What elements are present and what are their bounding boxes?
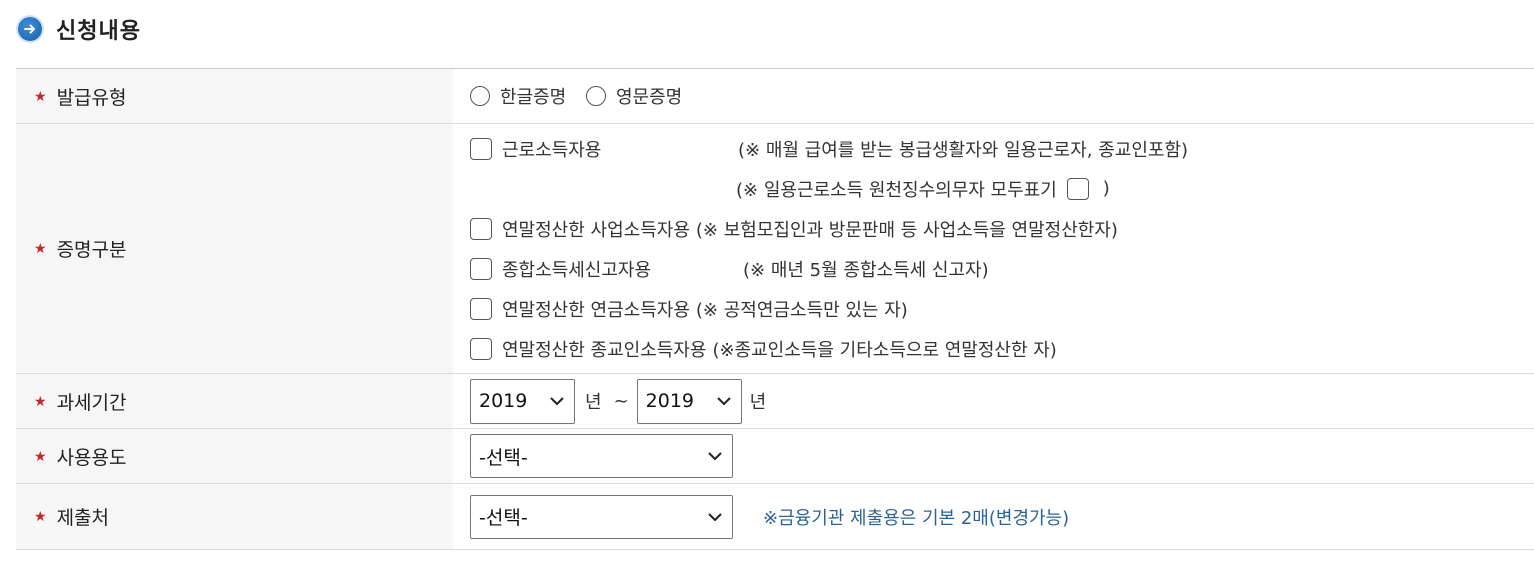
cert-option-note: (※ 매년 5월 종합소득세 신고자) [743, 259, 989, 281]
star-icon: ★ [34, 241, 47, 257]
cert-option-business: 연말정산한 사업소득자용 (※ 보험모집인과 방문판매 등 사업소득을 연말정산… [470, 209, 1534, 249]
year-unit: 년 [749, 392, 767, 413]
star-icon: ★ [34, 88, 47, 105]
chevron-down-icon [708, 512, 722, 521]
cert-option-note: (※종교인소득을 기타소득으로 연말정산한 자) [712, 339, 1057, 361]
section-header: 신청내용 [18, 14, 141, 44]
cert-option-label[interactable]: 연말정산한 연금소득자용 [502, 296, 690, 322]
tax-period-field: 2019 년 ~ 2019 년 [453, 373, 1534, 429]
radio-korean[interactable] [470, 86, 490, 106]
cert-type-field: 근로소득자용 (※ 매월 급여를 받는 봉급생활자와 일용근로자, 종교인포함)… [453, 123, 1534, 374]
checkbox-daily-all[interactable] [1066, 177, 1089, 200]
checkbox-earned-income[interactable] [470, 137, 492, 160]
checkbox-business-income[interactable] [470, 217, 492, 240]
range-separator: ~ [613, 390, 629, 412]
cert-option-label[interactable]: 연말정산한 종교인소득자용 [502, 336, 706, 362]
label-cell: ★ 발급유형 [16, 68, 453, 124]
issue-type-field: 한글증명 영문증명 [453, 68, 1534, 124]
chevron-down-icon [550, 397, 564, 406]
arrow-right-circle-icon [18, 17, 42, 41]
cert-option-label[interactable]: 종합소득세신고자용 [502, 256, 737, 282]
submit-to-value: -선택- [479, 507, 528, 529]
submit-hint: ※금융기관 제출용은 기본 2매(변경가능) [763, 507, 1070, 529]
submit-to-label: 제출처 [56, 507, 110, 529]
tax-period-label: 과세기간 [56, 391, 127, 414]
row-issue-type: ★ 발급유형 한글증명 영문증명 [16, 68, 1534, 124]
label-cell: ★ 증명구분 [16, 123, 453, 374]
label-cell: ★ 사용용도 [16, 428, 453, 484]
checkbox-religious-income[interactable] [470, 337, 492, 360]
radio-english[interactable] [585, 86, 606, 106]
cert-option-label[interactable]: 근로소득자용 [502, 136, 732, 162]
label-cell: ★ 제출처 [16, 483, 453, 550]
purpose-select[interactable]: -선택- [470, 434, 733, 478]
row-submit-to: ★ 제출처 -선택- ※금융기관 제출용은 기본 2매(변경가능) [16, 483, 1534, 550]
cert-sub-note-end: ) [1102, 178, 1110, 199]
row-purpose: ★ 사용용도 -선택- [16, 428, 1534, 484]
checkbox-global-income[interactable] [470, 257, 492, 280]
cert-option-label[interactable]: 연말정산한 사업소득자용 [502, 216, 690, 242]
from-year-value: 2019 [479, 390, 528, 412]
to-year-value: 2019 [645, 390, 695, 412]
purpose-label: 사용용도 [56, 446, 127, 469]
cert-sub-note: (※ 일용근로소득 원천징수의무자 모두표기 [736, 179, 1057, 201]
submit-to-field: -선택- ※금융기관 제출용은 기본 2매(변경가능) [453, 483, 1534, 550]
chevron-down-icon [708, 452, 722, 461]
purpose-value: -선택- [479, 446, 528, 469]
cert-option-note: (※ 보험모집인과 방문판매 등 사업소득을 연말정산한자) [695, 219, 1118, 241]
cert-sub-option-daily: (※ 일용근로소득 원천징수의무자 모두표기 ) [470, 169, 1534, 209]
row-tax-period: ★ 과세기간 2019 년 ~ 2019 년 [16, 373, 1534, 429]
cert-type-label: 증명구분 [56, 239, 127, 261]
section-title: 신청내용 [56, 19, 141, 44]
radio-english-label[interactable]: 영문증명 [616, 87, 682, 108]
from-year-select[interactable]: 2019 [470, 378, 575, 424]
to-year-select[interactable]: 2019 [636, 378, 742, 424]
cert-option-global: 종합소득세신고자용 (※ 매년 5월 종합소득세 신고자) [470, 249, 1534, 289]
label-cell: ★ 과세기간 [16, 373, 453, 429]
star-icon: ★ [34, 448, 47, 465]
application-form: ★ 발급유형 한글증명 영문증명 ★ 증명구분 근로소득자용 (※ 매월 급여를 받… [16, 68, 1534, 550]
cert-option-religious: 연말정산한 종교인소득자용 (※종교인소득을 기타소득으로 연말정산한 자) [470, 329, 1534, 369]
checkbox-pension-income[interactable] [470, 297, 492, 320]
issue-type-label: 발급유형 [56, 86, 127, 109]
purpose-field: -선택- [453, 428, 1534, 484]
star-icon: ★ [34, 509, 47, 525]
cert-option-note: (※ 공적연금소득만 있는 자) [695, 299, 908, 321]
cert-option-earned: 근로소득자용 (※ 매월 급여를 받는 봉급생활자와 일용근로자, 종교인포함) [470, 129, 1534, 169]
cert-option-pension: 연말정산한 연금소득자용 (※ 공적연금소득만 있는 자) [470, 289, 1534, 329]
year-unit: 년 [585, 392, 602, 413]
star-icon: ★ [34, 393, 47, 410]
radio-korean-label[interactable]: 한글증명 [500, 87, 566, 108]
row-cert-type: ★ 증명구분 근로소득자용 (※ 매월 급여를 받는 봉급생활자와 일용근로자, … [16, 123, 1534, 374]
cert-option-note: (※ 매월 급여를 받는 봉급생활자와 일용근로자, 종교인포함) [738, 139, 1189, 161]
chevron-down-icon [716, 397, 731, 406]
submit-to-select[interactable]: -선택- [470, 494, 733, 539]
